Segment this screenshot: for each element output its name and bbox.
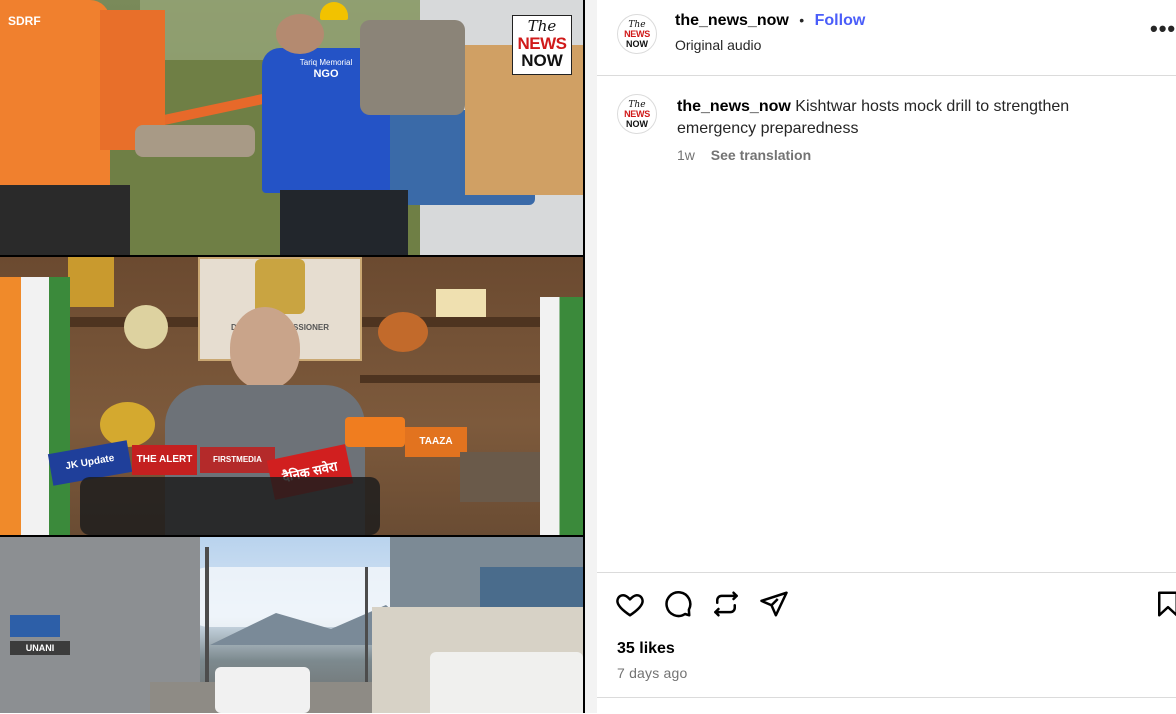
mic-cluster <box>80 477 380 535</box>
bystander-grey <box>360 20 465 115</box>
logo-the: The <box>527 17 557 35</box>
post-sidebar: The NEWS NOW the_news_now • Follow Origi… <box>597 0 1176 713</box>
desk-papers <box>460 452 540 502</box>
avatar-now: NOW <box>626 119 648 129</box>
rescuer-ngo-trousers <box>280 190 408 255</box>
see-translation-button[interactable]: See translation <box>711 147 811 163</box>
follow-button[interactable]: Follow <box>815 12 866 29</box>
media-panel-street: UNANI <box>0 537 583 713</box>
national-emblem <box>255 259 305 314</box>
award-plaque <box>436 289 486 317</box>
mic-orange <box>345 417 405 447</box>
avatar-now: NOW <box>626 39 648 49</box>
more-options-icon[interactable]: ••• <box>1150 16 1176 42</box>
logo-now: NOW <box>521 51 563 70</box>
caption-username[interactable]: the_news_now <box>677 98 791 115</box>
patient-on-stretcher <box>135 125 255 157</box>
repost-icon[interactable] <box>711 589 743 621</box>
award-shield <box>378 312 428 352</box>
mic-the-alert: THE ALERT <box>132 445 197 475</box>
rescuer-head <box>276 14 324 54</box>
post-header: The NEWS NOW the_news_now • Follow Origi… <box>597 0 1176 76</box>
heart-icon[interactable] <box>615 589 647 621</box>
share-icon[interactable] <box>759 589 791 621</box>
avatar-news: NEWS <box>624 29 650 39</box>
media-gap <box>585 0 597 713</box>
flag-right <box>540 297 583 535</box>
white-car <box>215 667 310 713</box>
caption-time[interactable]: 1w <box>677 147 695 163</box>
audio-label[interactable]: Original audio <box>675 37 761 53</box>
likes-count[interactable]: 35 likes <box>617 640 675 658</box>
avatar[interactable]: The NEWS NOW <box>617 14 657 54</box>
caption-avatar[interactable]: The NEWS NOW <box>617 94 657 134</box>
trophy <box>68 257 114 307</box>
mic-taaza: TAAZA <box>405 427 467 457</box>
rescuer-orange-vest: SDRF <box>0 0 110 190</box>
comment-icon[interactable] <box>663 589 695 621</box>
building-balcony <box>480 567 583 607</box>
caption-meta: 1w See translation <box>677 147 811 163</box>
header-title-row: the_news_now • Follow <box>675 12 865 30</box>
vest-badge: SDRF <box>8 14 41 28</box>
truck-cab <box>430 652 583 713</box>
shop-sign-blue <box>10 615 60 637</box>
official-head <box>230 307 300 389</box>
media-panel-drill: SDRF Tariq Memorial NGO The NEWS NOW <box>0 0 583 255</box>
action-bar: 35 likes 7 days ago <box>597 572 1176 714</box>
shop-sign-unani: UNANI <box>10 641 70 655</box>
caption: the_news_now Kishtwar hosts mock drill t… <box>677 96 1117 140</box>
flag-left <box>0 277 70 535</box>
mic-firstmedia: FIRSTMEDIA <box>200 447 275 473</box>
logo-news: NEWS <box>517 34 568 53</box>
bookmark-icon[interactable] <box>1153 589 1176 621</box>
divider <box>597 697 1176 698</box>
post-media[interactable]: SDRF Tariq Memorial NGO The NEWS NOW COM… <box>0 0 585 713</box>
the-news-now-logo: The NEWS NOW <box>512 15 572 75</box>
post-timestamp[interactable]: 7 days ago <box>617 665 688 681</box>
trophy-medal <box>124 305 168 349</box>
trophy-medal <box>100 402 155 447</box>
separator-dot: • <box>799 12 805 28</box>
username-link[interactable]: the_news_now <box>675 12 789 29</box>
avatar-news: NEWS <box>624 109 650 119</box>
rescuer-trousers <box>0 185 130 255</box>
media-panel-press: DEPUTY COMMISSIONER JK Update THE ALERT … <box>0 257 583 535</box>
